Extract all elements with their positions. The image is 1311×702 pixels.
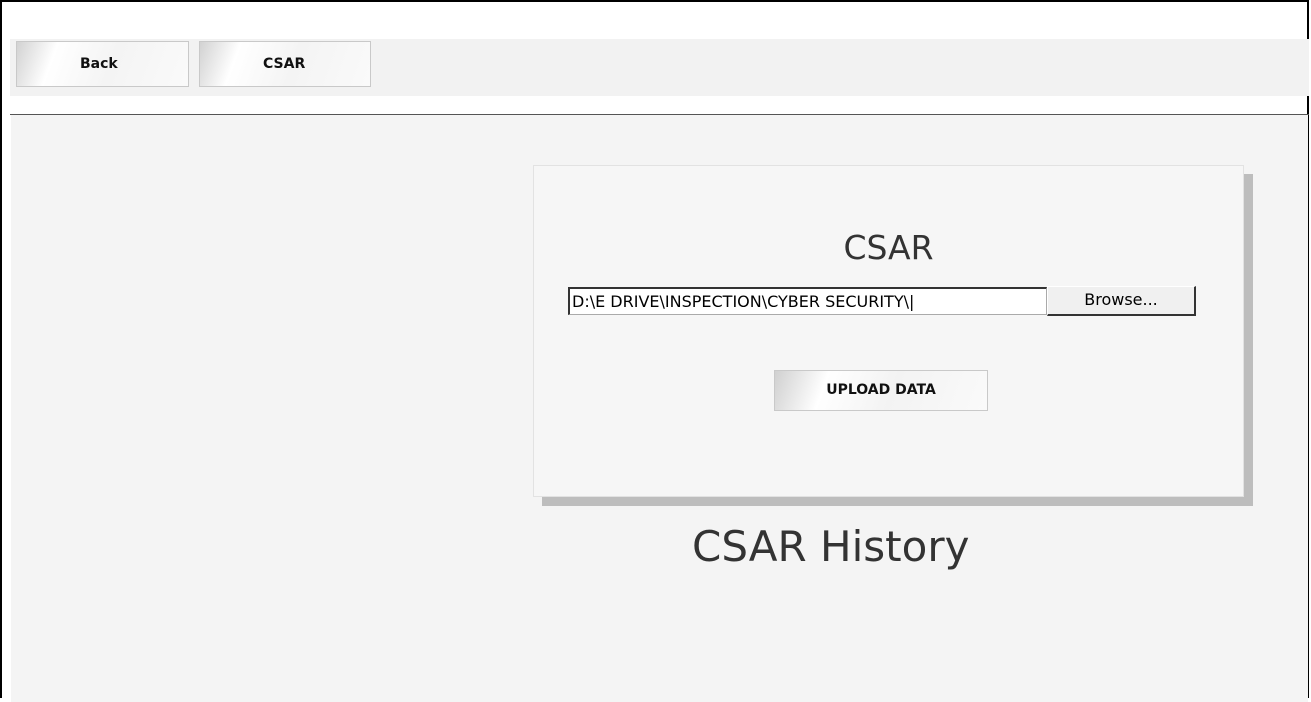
csar-upload-panel: CSAR D:\E DRIVE\INSPECTION\CYBER SECURIT… bbox=[533, 165, 1244, 497]
csar-nav-button[interactable]: CSAR bbox=[199, 41, 371, 87]
csar-history-heading: CSAR History bbox=[692, 522, 970, 571]
csar-nav-button-label: CSAR bbox=[263, 56, 306, 72]
file-path-input[interactable]: D:\E DRIVE\INSPECTION\CYBER SECURITY\| bbox=[568, 287, 1047, 315]
csar-panel-title: CSAR bbox=[843, 228, 934, 267]
browse-button[interactable]: Browse... bbox=[1047, 286, 1196, 316]
top-toolbar: Back CSAR bbox=[10, 39, 1309, 96]
app-window: Back CSAR CSAR D:\E DRIVE\INSPECTION\CYB… bbox=[0, 0, 1309, 702]
upload-data-button[interactable]: UPLOAD DATA bbox=[774, 370, 988, 411]
back-button-label: Back bbox=[80, 56, 118, 72]
main-content: CSAR D:\E DRIVE\INSPECTION\CYBER SECURIT… bbox=[11, 115, 1308, 702]
back-button[interactable]: Back bbox=[16, 41, 189, 87]
